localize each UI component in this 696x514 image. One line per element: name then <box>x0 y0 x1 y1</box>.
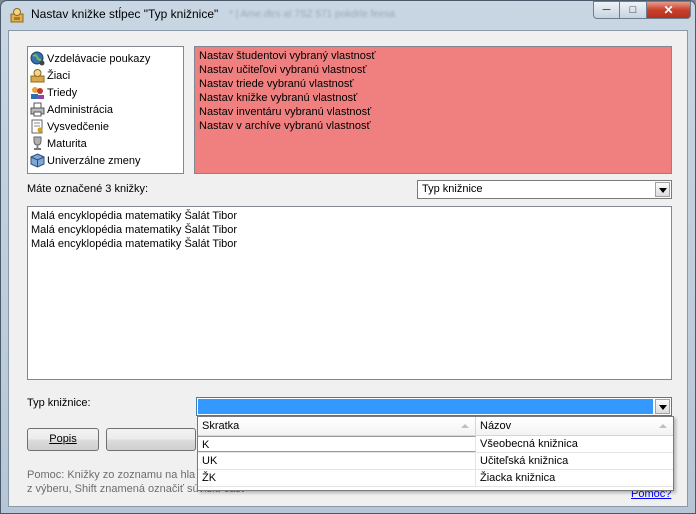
second-button[interactable] <box>106 428 196 451</box>
chevron-down-icon[interactable] <box>655 399 670 414</box>
library-type-label: Typ knižnice: <box>27 397 91 409</box>
column-header-name[interactable]: Názov <box>476 417 673 436</box>
popis-button[interactable]: Popis <box>27 428 99 451</box>
category-label: Vysvedčenie <box>47 120 109 133</box>
printer-icon <box>30 102 45 117</box>
column-header-code-label: Skratka <box>202 420 240 432</box>
category-item-ziaci[interactable]: Žiaci <box>28 67 183 84</box>
column-select[interactable]: Typ knižnice <box>417 180 672 199</box>
list-item[interactable]: Malá encyklopédia matematiky Šalát Tibor <box>31 237 668 251</box>
trophy-icon <box>33 136 42 150</box>
category-label: Triedy <box>47 86 78 99</box>
library-type-select[interactable] <box>196 397 672 416</box>
app-icon <box>10 8 24 23</box>
dropdown-row[interactable]: K Všeobecná knižnica <box>198 436 673 453</box>
dropdown-cell-name: Žiacka knižnica <box>480 472 556 484</box>
dialog-body: Vzdelávacie poukazy Žiaci Triedy Adminis… <box>8 30 688 507</box>
student-icon <box>30 69 45 83</box>
dropdown-cell-name: Všeobecná knižnica <box>480 438 578 450</box>
category-item-vzdelavacie-poukazy[interactable]: Vzdelávacie poukazy <box>28 50 183 67</box>
dropdown-cell-name: Učiteľská knižnica <box>480 455 569 467</box>
dropdown-row[interactable]: UK Učiteľská knižnica <box>198 453 673 470</box>
category-list[interactable]: Vzdelávacie poukazy Žiaci Triedy Adminis… <box>27 46 184 174</box>
selection-highlight <box>198 399 653 414</box>
title-bar[interactable]: Nastav knižke stĺpec "Typ knižnice" * | … <box>1 1 695 29</box>
action-item[interactable]: Nastav učiteľovi vybranú vlastnosť <box>199 63 667 77</box>
category-item-univerzalne-zmeny[interactable]: Univerzálne zmeny <box>28 152 183 169</box>
category-label: Administrácia <box>47 103 114 116</box>
column-header-code[interactable]: Skratka <box>198 417 476 436</box>
action-item[interactable]: Nastav triede vybranú vlastnosť <box>199 77 667 91</box>
sort-icon <box>461 424 469 428</box>
category-item-maturita[interactable]: Maturita <box>28 135 183 152</box>
dropdown-header: Skratka Názov <box>198 417 673 436</box>
dialog-window: Nastav knižke stĺpec "Typ knižnice" * | … <box>0 0 696 514</box>
dropdown-cell-code: K <box>198 436 476 452</box>
maximize-icon: □ <box>629 4 637 16</box>
people-icon <box>31 87 44 99</box>
action-item[interactable]: Nastav inventáru vybranú vlastnosť <box>199 105 667 119</box>
action-list[interactable]: Nastav študentovi vybraný vlastnosť Nast… <box>194 46 672 174</box>
book-list[interactable]: Malá encyklopédia matematiky Šalát Tibor… <box>27 206 672 380</box>
action-item[interactable]: Nastav študentovi vybraný vlastnosť <box>199 49 667 63</box>
certificate-icon <box>31 119 43 134</box>
popis-button-label: Popis <box>49 433 77 445</box>
category-item-administracia[interactable]: Administrácia <box>28 101 183 118</box>
globe-icon <box>30 51 45 66</box>
list-item[interactable]: Malá encyklopédia matematiky Šalát Tibor <box>31 223 668 237</box>
window-title: Nastav knižke stĺpec "Typ knižnice" <box>31 7 219 21</box>
dropdown-row[interactable]: ŽK Žiacka knižnica <box>198 470 673 487</box>
minimize-icon: ─ <box>602 4 611 16</box>
close-button[interactable]: ✕ <box>647 1 691 19</box>
list-item[interactable]: Malá encyklopédia matematiky Šalát Tibor <box>31 209 668 223</box>
category-item-triedy[interactable]: Triedy <box>28 84 183 101</box>
category-label: Vzdelávacie poukazy <box>47 52 151 65</box>
dropdown-cell-code: UK <box>198 453 476 469</box>
chevron-down-icon[interactable] <box>655 182 670 197</box>
maximize-button[interactable]: □ <box>620 1 647 19</box>
selection-count-label: Máte označené 3 knižky: <box>27 183 149 195</box>
minimize-button[interactable]: ─ <box>593 1 620 19</box>
category-item-vysvedcenie[interactable]: Vysvedčenie <box>28 118 183 135</box>
sort-icon <box>659 424 667 428</box>
window-title-blurred: * | Ame.dtrs at 7SZ 571 pokdrle feesa <box>229 9 396 20</box>
library-type-dropdown[interactable]: Skratka Názov K Všeobecná knižnica UK Uč… <box>197 416 674 491</box>
category-label: Žiaci <box>47 69 71 82</box>
dropdown-cell-code: ŽK <box>198 470 476 486</box>
category-label: Maturita <box>47 137 87 150</box>
column-select-value: Typ knižnice <box>422 183 483 195</box>
action-item[interactable]: Nastav knižke vybranú vlastnosť <box>199 91 667 105</box>
category-label: Univerzálne zmeny <box>47 154 141 167</box>
cube-icon <box>30 153 45 168</box>
action-item[interactable]: Nastav v archíve vybranú vlastnosť <box>199 119 667 133</box>
column-header-name-label: Názov <box>480 420 512 432</box>
close-icon: ✕ <box>663 3 674 17</box>
caption-buttons: ─ □ ✕ <box>593 1 691 19</box>
